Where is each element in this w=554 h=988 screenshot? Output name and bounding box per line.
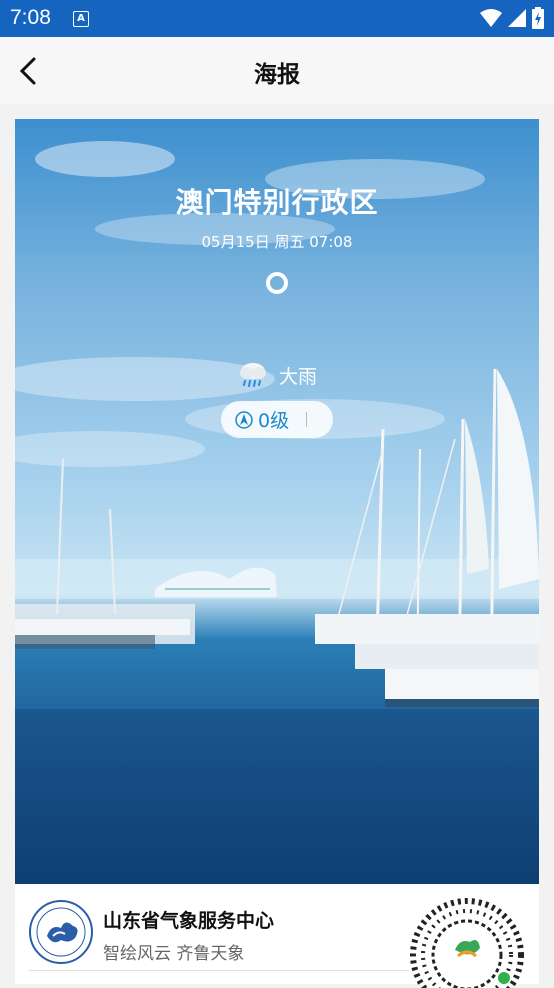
weather-label: 大雨 xyxy=(278,365,317,388)
page-title: 海报 xyxy=(254,62,300,88)
app-bar: 海报 xyxy=(0,37,554,104)
status-bar: 7:08 A xyxy=(0,0,554,37)
city-name: 澳门特别行政区 xyxy=(175,186,379,219)
notification-icon: A xyxy=(73,11,89,27)
divider xyxy=(306,412,307,427)
signal-icon xyxy=(508,9,526,27)
qr-code-icon[interactable] xyxy=(410,898,524,988)
org-slogan: 智绘风云 齐鲁天象 xyxy=(103,944,245,964)
weather-condition: 大雨 xyxy=(15,359,539,391)
org-footer: 山东省气象服务中心 智绘风云 齐鲁天象 xyxy=(15,884,539,988)
org-name: 山东省气象服务中心 xyxy=(103,910,275,932)
divider xyxy=(29,970,409,971)
rain-cloud-icon xyxy=(239,363,266,387)
battery-icon xyxy=(532,7,544,29)
wifi-icon xyxy=(480,9,502,27)
loading-indicator xyxy=(266,272,288,294)
status-icons xyxy=(480,7,544,29)
org-logo xyxy=(29,900,93,964)
date-time: 05月15日 周五 07:08 xyxy=(201,233,353,251)
compass-icon xyxy=(235,410,253,429)
wind-level-text: 0级 xyxy=(258,410,290,432)
wind-level-badge: 0级 xyxy=(221,401,333,438)
weather-poster: 澳门特别行政区 05月15日 周五 07:08 大雨 0级 xyxy=(15,119,539,884)
status-time: 7:08 xyxy=(10,6,51,29)
